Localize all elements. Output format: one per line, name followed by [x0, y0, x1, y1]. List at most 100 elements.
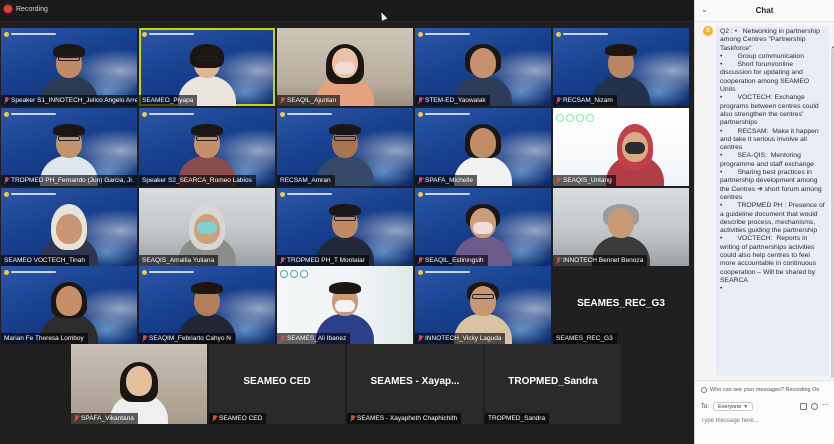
chat-compose-area: Who can see your messages? Recording On …	[695, 380, 834, 444]
sender-avatar: S	[703, 26, 713, 36]
video-tile[interactable]: TROPMED PH_Fernando (Jun) Garcia, Jr.	[1, 108, 137, 186]
recipient-dropdown[interactable]: Everyone ▼	[713, 402, 754, 411]
video-tile[interactable]: INNOTECH Bennet Benoza	[553, 188, 689, 266]
video-tile[interactable]: SEAQIL_Ajuntan	[277, 28, 413, 106]
virtual-background-header	[142, 31, 194, 37]
video-tile[interactable]: INNOTECH_Vicky Laguda	[415, 266, 551, 344]
participant-display-name: TROPMED_Sandra	[508, 376, 598, 387]
video-tile[interactable]: SEAQIS_Untang	[553, 108, 689, 186]
participant-name-label: TROPMED PH_Fernando (Jun) Garcia, Jr.	[1, 175, 137, 186]
partner-logos	[280, 270, 308, 278]
chevron-down-icon: ▼	[743, 403, 749, 410]
virtual-background-header	[418, 269, 470, 275]
participant-name-label: SEAMEO_Piyapa	[139, 95, 198, 106]
participant-name-label: SEAMES_Ali Ibanez	[277, 333, 351, 344]
participant-name-label: SEAQIM_Febriarto Cahyo N	[139, 333, 236, 344]
emoji-icon[interactable]	[811, 403, 818, 410]
participant-name-label: SEAMEO CED	[209, 413, 267, 424]
muted-mic-icon	[280, 335, 285, 342]
participant-name-label: SEAMES_REC_G3	[553, 333, 617, 344]
virtual-background-header	[4, 269, 56, 275]
participant-name-label: SEAQIS_Amallia Yuliana	[139, 255, 219, 266]
file-icon[interactable]	[800, 403, 807, 410]
participant-name-label: RECSAM_Amran	[277, 175, 335, 186]
muted-mic-icon	[4, 177, 9, 184]
muted-mic-icon	[556, 177, 561, 184]
virtual-background-header	[280, 191, 332, 197]
participant-display-name: SEAMES - Xayap...	[370, 376, 460, 387]
chat-message-list[interactable]: S Q2 : • Networking in partnership among…	[695, 22, 834, 378]
recording-indicator[interactable]: Recording	[4, 5, 48, 13]
chat-tools: ⋯	[800, 402, 829, 410]
virtual-background-header	[556, 31, 608, 37]
recording-icon	[4, 5, 12, 13]
participant-name-label: TROPMED_Sandra	[485, 413, 550, 424]
video-tile[interactable]: SEAQIL_Estiningsih	[415, 188, 551, 266]
chat-header: ⌄ Chat	[695, 0, 834, 22]
participant-name-label: SEAMES - Xayapheth Chaphichith	[347, 413, 462, 424]
participant-name-label: Speaker S2_SEARCA_Romeo Labios	[139, 175, 256, 186]
message-privacy-notice[interactable]: Who can see your messages? Recording On	[701, 387, 819, 393]
video-tile-camera-off[interactable]: TROPMED_Sandra TROPMED_Sandra	[485, 344, 621, 424]
participant-name-label: STEM-ED_Yaowalak	[415, 95, 490, 106]
virtual-background-header	[418, 31, 470, 37]
participant-name-label: RECSAM_Nizam	[553, 95, 617, 106]
virtual-background-header	[142, 269, 194, 275]
video-tile[interactable]: Speaker S2_SEARCA_Romeo Labios	[139, 108, 275, 186]
recipient-row: To: Everyone ▼	[701, 402, 754, 411]
virtual-background-header	[4, 31, 56, 37]
video-tile-active-speaker[interactable]: SEAMEO_Piyapa	[139, 28, 275, 106]
participant-name-label: INNOTECH Bennet Benoza	[553, 255, 648, 266]
video-tile[interactable]: SPAFA_Michelle	[415, 108, 551, 186]
participant-name-label: SPAFA_Vikantana	[71, 413, 138, 424]
meeting-top-bar: Recording	[0, 0, 694, 22]
video-tile-camera-off[interactable]: SEAMEO CED SEAMEO CED	[209, 344, 345, 424]
video-tile[interactable]: SPAFA_Vikantana	[71, 344, 207, 424]
virtual-background-header	[142, 111, 194, 117]
muted-mic-icon	[212, 415, 217, 422]
video-tile[interactable]: TROPMED PH_T Montalar	[277, 188, 413, 266]
muted-mic-icon	[280, 257, 285, 264]
muted-mic-icon	[142, 335, 147, 342]
participant-display-name: SEAMES_REC_G3	[577, 298, 665, 309]
video-tile-camera-off[interactable]: SEAMES - Xayap... SEAMES - Xayapheth Cha…	[347, 344, 483, 424]
virtual-background-header	[280, 111, 332, 117]
video-tile[interactable]: SEAMES_Ali Ibanez	[277, 266, 413, 344]
participant-name-label: INNOTECH_Vicky Laguda	[415, 333, 506, 344]
video-tile[interactable]: RECSAM_Amran	[277, 108, 413, 186]
chat-panel: ⌄ Chat S Q2 : • Networking in partnershi…	[694, 0, 834, 444]
muted-mic-icon	[280, 97, 285, 104]
video-tile[interactable]: Speaker S1_INNOTECH_Jelico Angelo Arresg…	[1, 28, 137, 106]
participant-name-label: TROPMED PH_T Montalar	[277, 255, 369, 266]
muted-mic-icon	[74, 415, 79, 422]
muted-mic-icon	[418, 97, 423, 104]
participant-name-label: Marian Fe Theresa Lomboy	[1, 333, 88, 344]
participant-name-label: SPAFA_Michelle	[415, 175, 477, 186]
video-tile[interactable]: Marian Fe Theresa Lomboy	[1, 266, 137, 344]
video-tile[interactable]: SEAMEO VOCTECH_Tinah	[1, 188, 137, 266]
muted-mic-icon	[556, 257, 561, 264]
muted-mic-icon	[418, 335, 423, 342]
virtual-background-header	[418, 191, 470, 197]
video-tile[interactable]: STEM-ED_Yaowalak	[415, 28, 551, 106]
video-tile-camera-off[interactable]: SEAMES_REC_G3 SEAMES_REC_G3	[553, 266, 689, 344]
chat-message: Q2 : • Networking in partnership among C…	[716, 26, 829, 376]
video-tile[interactable]: SEAQIS_Amallia Yuliana	[139, 188, 275, 266]
virtual-background-header	[4, 111, 56, 117]
muted-mic-icon	[418, 177, 423, 184]
privacy-icon	[701, 387, 707, 393]
chat-message-input[interactable]	[701, 415, 829, 427]
zoom-meeting-window: Recording Speaker S1_INNOTECH_Jelico Ang…	[0, 0, 834, 444]
partner-logos	[556, 114, 594, 122]
virtual-background-header	[4, 191, 56, 197]
muted-mic-icon	[556, 97, 561, 104]
virtual-background-header	[418, 111, 470, 117]
mouse-pointer-icon	[378, 11, 388, 21]
participant-name-label: SEAMEO VOCTECH_Tinah	[1, 255, 90, 266]
video-tile[interactable]: SEAQIM_Febriarto Cahyo N	[139, 266, 275, 344]
muted-mic-icon	[418, 257, 423, 264]
more-options-icon[interactable]: ⋯	[822, 402, 829, 410]
video-tile[interactable]: RECSAM_Nizam	[553, 28, 689, 106]
participant-name-label: Speaker S1_INNOTECH_Jelico Angelo Arresg…	[1, 95, 137, 106]
participant-name-label: SEAQIL_Estiningsih	[415, 255, 488, 266]
